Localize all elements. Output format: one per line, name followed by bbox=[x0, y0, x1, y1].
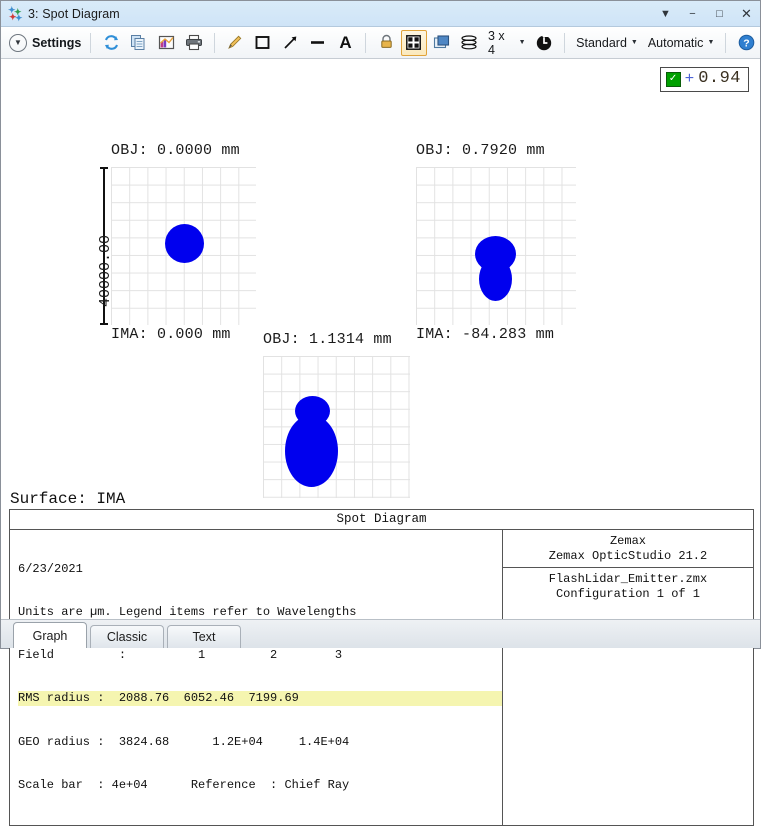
info-scale-row: Scale bar : 4e+04 Reference : Chief Ray bbox=[18, 778, 502, 792]
window-overlay-icon[interactable] bbox=[429, 30, 455, 56]
window-title: 3: Spot Diagram bbox=[28, 7, 120, 21]
tab-graph[interactable]: Graph bbox=[13, 622, 87, 648]
chevron-down-icon: ▼ bbox=[519, 39, 526, 46]
zoom-plus-sign: + bbox=[685, 71, 695, 87]
title-bar: ✦ ✦ ✦ ✦ 3: Spot Diagram ▼ − □ ✕ bbox=[1, 1, 760, 27]
tab-classic[interactable]: Classic bbox=[90, 625, 164, 648]
toolbar-divider bbox=[725, 33, 726, 53]
help-icon[interactable]: ? bbox=[733, 30, 759, 56]
copy-icon[interactable] bbox=[126, 30, 152, 56]
settings-label: Settings bbox=[32, 36, 81, 50]
lock-icon[interactable] bbox=[373, 30, 399, 56]
toolbar-divider bbox=[365, 33, 366, 53]
info-vendor: Zemax bbox=[503, 534, 753, 549]
zoom-indicator: ✓ + 0.94 bbox=[660, 67, 749, 92]
chevron-down-icon: ▼ bbox=[631, 39, 638, 46]
line-icon[interactable] bbox=[305, 30, 331, 56]
info-configuration: Configuration 1 of 1 bbox=[503, 587, 753, 602]
info-left-panel: 6/23/2021 Units are µm. Legend items ref… bbox=[10, 530, 503, 825]
text-tool-glyph: A bbox=[339, 33, 351, 53]
panel-2-spot bbox=[416, 167, 576, 325]
panel-2-image-label: IMA: -84.283 mm bbox=[416, 326, 554, 343]
plot-canvas[interactable]: ✓ + 0.94 40000.00 OBJ: 0.0000 mm IMA: 0.… bbox=[1, 59, 760, 498]
text-tool-icon[interactable]: A bbox=[333, 30, 359, 56]
rectangle-icon[interactable] bbox=[250, 30, 276, 56]
close-button[interactable]: ✕ bbox=[733, 1, 760, 26]
chevron-down-icon: ▼ bbox=[707, 39, 714, 46]
svg-text:?: ? bbox=[743, 37, 749, 49]
toolbar-divider bbox=[214, 33, 215, 53]
info-header: Spot Diagram bbox=[10, 510, 753, 530]
minimize-button[interactable]: − bbox=[679, 1, 706, 26]
tab-bar: Graph Classic Text bbox=[1, 619, 760, 648]
panel-1-image-label: IMA: 0.000 mm bbox=[111, 326, 231, 343]
info-box: Spot Diagram 6/23/2021 Units are µm. Leg… bbox=[9, 509, 754, 826]
panel-2-object-label: OBJ: 0.7920 mm bbox=[416, 142, 545, 159]
chevron-down-icon: ▼ bbox=[9, 34, 27, 52]
info-right-panel: Zemax Zemax OpticStudio 21.2 FlashLidar_… bbox=[503, 530, 753, 825]
tab-classic-label: Classic bbox=[107, 630, 147, 644]
style-dropdown[interactable]: Standard ▼ bbox=[571, 31, 643, 55]
spot-diagram-icon: ✦ ✦ ✦ ✦ bbox=[6, 5, 24, 23]
panel-1-object-label: OBJ: 0.0000 mm bbox=[111, 142, 240, 159]
panel-3-spot bbox=[263, 356, 410, 498]
toolbar-divider bbox=[90, 33, 91, 53]
info-product: Zemax OpticStudio 21.2 bbox=[503, 549, 753, 564]
info-file: FlashLidar_Emitter.zmx bbox=[503, 572, 753, 587]
info-units-note: Units are µm. Legend items refer to Wave… bbox=[18, 605, 502, 619]
arrow-icon[interactable] bbox=[277, 30, 303, 56]
info-vendor-cell: Zemax Zemax OpticStudio 21.2 bbox=[503, 530, 753, 568]
info-file-cell: FlashLidar_Emitter.zmx Configuration 1 o… bbox=[503, 568, 753, 608]
rows-cols-value: 3 x 4 bbox=[488, 29, 515, 57]
toolbar: ▼ Settings bbox=[1, 27, 760, 59]
tab-graph-label: Graph bbox=[33, 629, 68, 643]
panel-3-object-label: OBJ: 1.1314 mm bbox=[263, 331, 392, 348]
scale-value: Automatic bbox=[648, 36, 704, 50]
window-controls: ▼ − □ ✕ bbox=[652, 1, 760, 26]
info-date: 6/23/2021 bbox=[18, 562, 502, 576]
save-image-icon[interactable] bbox=[154, 30, 180, 56]
refresh-icon[interactable] bbox=[98, 30, 124, 56]
green-check-icon: ✓ bbox=[666, 72, 681, 87]
window-menu-button[interactable]: ▼ bbox=[652, 1, 679, 26]
rows-cols-dropdown[interactable]: 3 x 4 ▼ bbox=[483, 31, 531, 55]
info-geo-row: GEO radius : 3824.68 1.2E+04 1.4E+04 bbox=[18, 735, 502, 749]
tab-text-label: Text bbox=[193, 630, 216, 644]
grid-layout-icon[interactable] bbox=[401, 30, 427, 56]
print-icon[interactable] bbox=[181, 30, 207, 56]
spot-diagram-window: ✦ ✦ ✦ ✦ 3: Spot Diagram ▼ − □ ✕ ▼ Settin… bbox=[0, 0, 761, 649]
maximize-button[interactable]: □ bbox=[706, 1, 733, 26]
pencil-icon[interactable] bbox=[222, 30, 248, 56]
panel-1-spot bbox=[111, 167, 256, 325]
style-value: Standard bbox=[576, 36, 627, 50]
toolbar-divider bbox=[564, 33, 565, 53]
info-rms-row: RMS radius : 2088.76 6052.46 7199.69 bbox=[18, 691, 502, 705]
refresh-clock-icon[interactable] bbox=[532, 30, 558, 56]
scale-dropdown[interactable]: Automatic ▼ bbox=[643, 31, 720, 55]
tab-text[interactable]: Text bbox=[167, 625, 241, 648]
surface-label: Surface: IMA bbox=[10, 490, 125, 508]
settings-button[interactable]: ▼ Settings bbox=[6, 34, 84, 52]
info-field-row: Field : 1 2 3 bbox=[18, 648, 502, 662]
zoom-value: 0.94 bbox=[698, 70, 741, 88]
layers-icon[interactable] bbox=[456, 30, 482, 56]
